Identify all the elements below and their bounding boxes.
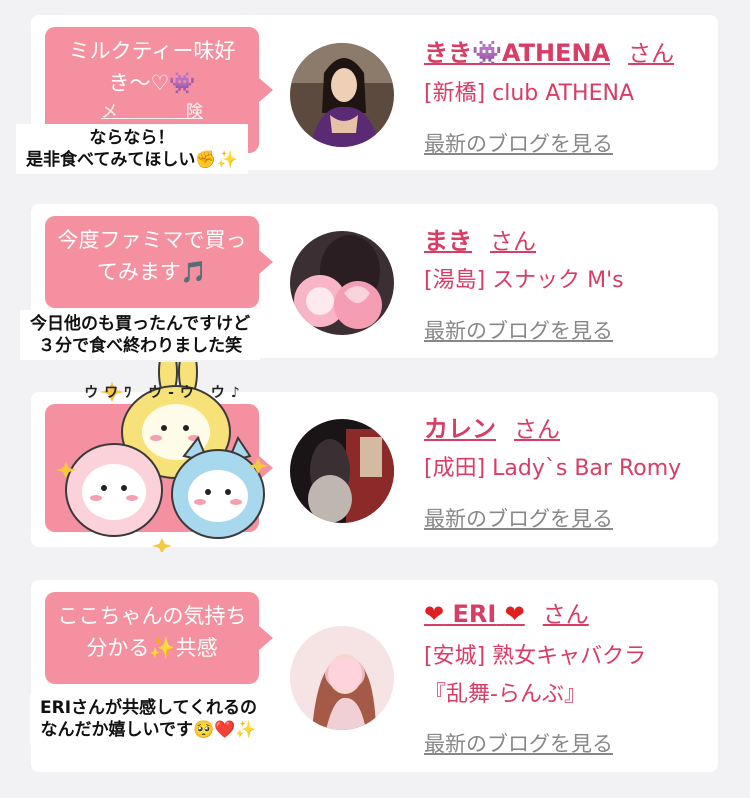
note-line: なんだか嬉しいです🥺❤️✨ [40, 720, 257, 740]
user-name[interactable]: カレン [424, 415, 496, 443]
latest-blog-link[interactable]: 最新のブログを見る [424, 728, 613, 758]
avatar[interactable] [290, 626, 394, 730]
note-line: ３分で食べ終わりました笑 [38, 336, 243, 356]
avatar[interactable] [290, 43, 394, 147]
user-name[interactable]: ERI [452, 600, 496, 628]
heart-icon: ❤ [504, 600, 525, 628]
user-name[interactable]: まき [424, 227, 472, 255]
comment-text: ミルクティー味好き〜♡👾 [68, 39, 236, 95]
honorific: さん [542, 602, 589, 628]
overlay-note-4: ERIさんが共感してくれるの なんだか嬉しいです🥺❤️✨ [30, 694, 268, 744]
latest-blog-link[interactable]: 最新のブログを見る [424, 128, 613, 158]
comment-bubble: ここちゃんの気持ち分かる✨共感 [45, 592, 273, 684]
heart-icon: ❤ [424, 600, 445, 628]
note-line: ならなら！ [89, 128, 175, 148]
comment-text: ここちゃんの気持ち分かる✨共感 [57, 604, 247, 660]
shop-name: [新橋] club ATHENA [424, 81, 634, 106]
latest-blog-link[interactable]: 最新のブログを見る [424, 503, 613, 533]
comment-text: 今度ファミマで買ってみます🎵 [57, 228, 247, 284]
avatar[interactable] [290, 419, 394, 523]
honorific: さん [514, 417, 560, 443]
note-line: ERIさんが共感してくれるの [40, 698, 258, 718]
avatar[interactable] [290, 231, 394, 335]
sticker-text: ウワﾜ ウ-ウ ウ♪ [84, 385, 246, 401]
user-name-link[interactable]: きき👾ATHENA さん [424, 33, 674, 68]
shop-name-line-2: 『乱舞-らんぶ』 [424, 682, 586, 707]
note-line: 今日他のも買ったんですけど [30, 314, 251, 334]
shop-name: [湯島] スナック M's [424, 268, 624, 293]
shop-name: [安城] 熟女キャバクラ [424, 644, 647, 669]
user-name[interactable]: きき👾ATHENA [424, 39, 610, 67]
overlay-note-2: 今日他のも買ったんですけど ３分で食べ終わりました笑 [20, 310, 261, 360]
overlay-note-1: ならなら！ 是非食べてみてほしい✊✨ [16, 124, 248, 174]
note-line: 是非食べてみてほしい✊✨ [26, 150, 238, 170]
character-sticker: ウワﾜ ウ-ウ ウ♪ [52, 345, 278, 554]
user-name-link[interactable]: ❤ ERI ❤ さん [424, 595, 589, 629]
comment-subtext[interactable]: メ 険 [51, 99, 253, 125]
latest-blog-link[interactable]: 最新のブログを見る [424, 315, 613, 345]
user-name-link[interactable]: カレン さん [424, 409, 560, 444]
comment-bubble: 今度ファミマで買ってみます🎵 [45, 216, 273, 308]
shop-name: [成田] Lady`s Bar Romy [424, 456, 682, 481]
user-name-link[interactable]: まき さん [424, 221, 536, 256]
honorific: さん [490, 229, 536, 255]
honorific: さん [628, 41, 675, 67]
